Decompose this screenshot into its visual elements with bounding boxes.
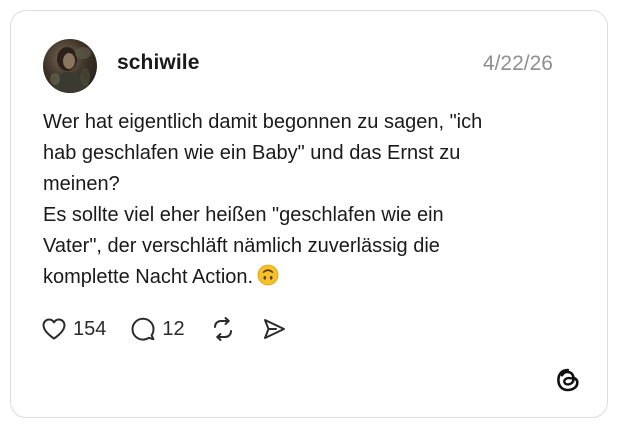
- post-body: Wer hat eigentlich damit begonnen zu sag…: [43, 107, 583, 296]
- like-button[interactable]: 154: [41, 317, 106, 341]
- upside-down-face-emoji: [257, 264, 279, 296]
- like-count: 154: [73, 317, 107, 340]
- post-actions: 154 12: [41, 314, 311, 344]
- post-card: schiwile 4/22/26 Wer hat eigentlich dami…: [10, 10, 608, 418]
- repost-button[interactable]: [209, 316, 237, 342]
- avatar[interactable]: [43, 39, 97, 93]
- reply-count: 12: [162, 317, 185, 340]
- threads-logo-icon[interactable]: [555, 367, 581, 393]
- comment-icon: [130, 316, 156, 342]
- username[interactable]: schiwile: [117, 51, 200, 75]
- share-icon: [261, 316, 287, 342]
- post-date: 4/22/26: [482, 52, 553, 75]
- share-button[interactable]: [261, 316, 287, 342]
- repost-icon: [209, 316, 237, 342]
- reply-button[interactable]: 12: [130, 316, 185, 342]
- post-text: Wer hat eigentlich damit begonnen zu sag…: [43, 111, 483, 288]
- heart-icon: [41, 317, 67, 341]
